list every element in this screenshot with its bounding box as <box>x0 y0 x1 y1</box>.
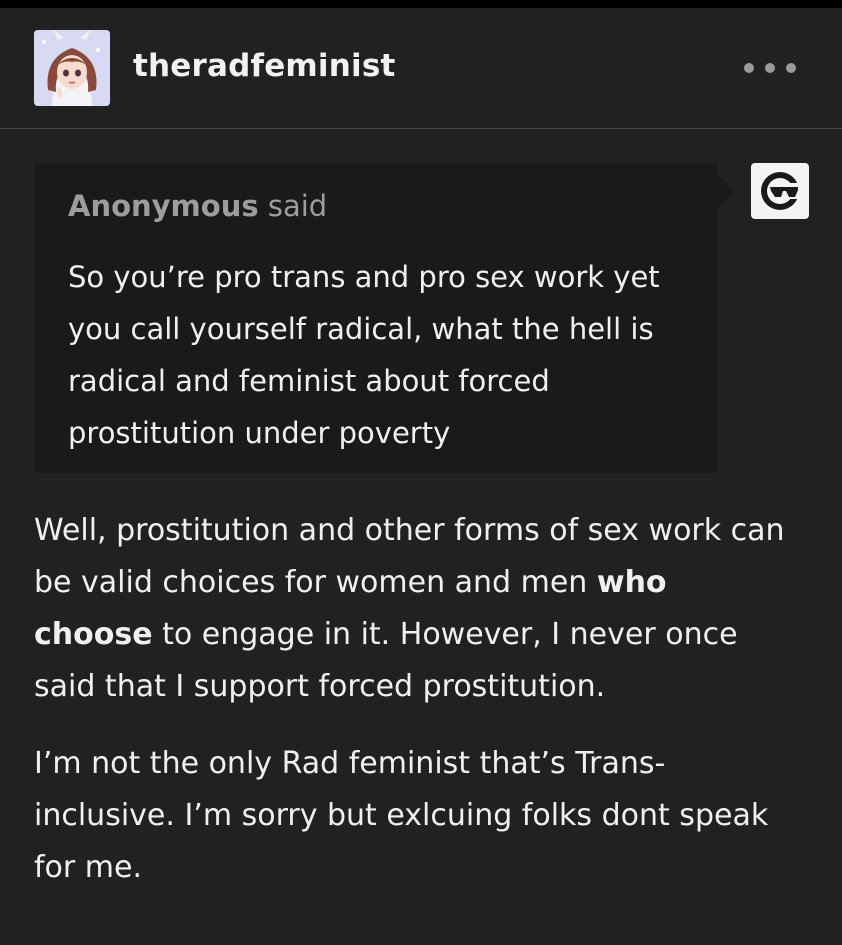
anime-girl-avatar-icon <box>34 30 110 106</box>
answer-text: Well, prostitution and other forms of se… <box>34 513 785 600</box>
asker-name[interactable]: Anonymous <box>68 189 259 223</box>
post-header: theradfeminist <box>0 8 842 128</box>
avatar[interactable] <box>34 30 110 106</box>
more-options-button[interactable] <box>744 56 796 80</box>
more-dots-icon <box>744 63 754 73</box>
asker-line: Anonymous said <box>68 189 327 223</box>
top-bar <box>0 0 842 8</box>
header-divider <box>0 128 842 129</box>
sunglasses-face-icon <box>761 172 803 210</box>
more-dots-icon <box>786 63 796 73</box>
answer-paragraph-2: I’m not the only Rad feminist that’s Tra… <box>34 746 769 885</box>
asker-suffix: said <box>267 189 328 223</box>
ask-bubble: Anonymous said So you’re pro trans and p… <box>34 163 734 473</box>
more-dots-icon <box>765 63 775 73</box>
username-link[interactable]: theradfeminist <box>133 48 396 84</box>
answer-paragraph-1: Well, prostitution and other forms of se… <box>34 505 794 713</box>
anonymous-avatar <box>751 163 809 219</box>
ask-question: So you’re pro trans and pro sex work yet… <box>68 260 660 450</box>
